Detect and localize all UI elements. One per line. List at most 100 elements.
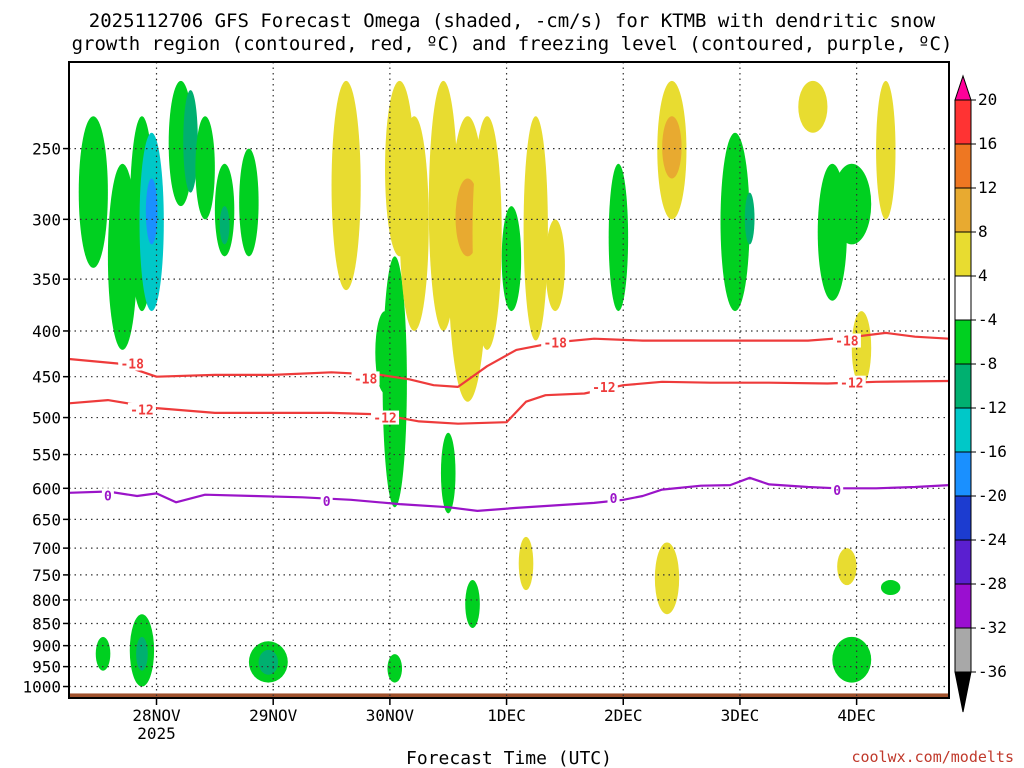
colorbar: 20 16 12 8 4 -4 -8 -12 -16 -20 -24 -28 -32 -36	[954, 74, 1007, 713]
omega-blob-26	[662, 116, 682, 179]
colorbar-label-3: 8	[978, 222, 988, 241]
omega-blob-17	[440, 432, 456, 514]
omega-blob-45	[880, 580, 901, 596]
y-tick-label-300: 300	[32, 210, 61, 229]
colorbar-label-10: -24	[978, 530, 1007, 549]
x-tick-label-0: 28NOV	[132, 706, 181, 725]
colorbar-label-1: 16	[978, 134, 997, 153]
y-tick-label-1000: 1000	[22, 678, 61, 697]
omega-blob-38	[258, 649, 279, 675]
omega-blob-33	[876, 80, 896, 220]
x-tick-label-4: 2DEC	[604, 706, 643, 725]
colorbar-label-11: -28	[978, 574, 1007, 593]
y-tick-label-950: 950	[32, 658, 61, 677]
colorbar-swatch-12	[954, 583, 972, 629]
omega-blob-31	[832, 163, 872, 245]
omega-blob-9	[219, 206, 230, 245]
colorbar-label-8: -16	[978, 442, 1007, 461]
y-axis: 250 300 350 400 450 500 550 600 650 700 750 800 850 9…	[22, 140, 69, 697]
colorbar-swatch-11	[954, 539, 972, 585]
x-tick-sublabel-0: 2025	[137, 724, 176, 743]
colorbar-swatch-3	[954, 187, 972, 233]
colorbar-swatch-5	[954, 275, 972, 321]
omega-blob-15	[399, 116, 429, 331]
colorbar-label-4: 4	[978, 266, 988, 285]
y-tick-label-750: 750	[32, 566, 61, 585]
colorbar-swatch-4	[954, 231, 972, 277]
omega-blob-4	[145, 178, 158, 245]
colorbar-swatch-6	[954, 319, 972, 365]
x-axis-label: Forecast Time (UTC)	[406, 748, 612, 768]
colorbar-swatch-7	[954, 363, 972, 409]
omega-blob-36	[136, 636, 148, 671]
contour-label-0-0: -18	[120, 358, 144, 373]
chart-title-line-1: 2025112706 GFS Forecast Omega (shaded, -…	[89, 10, 936, 32]
omega-blob-11	[331, 80, 361, 291]
contour-label-2-2: 0	[610, 492, 618, 507]
omega-blob-22	[523, 116, 548, 341]
contour-label-0-3: -18	[835, 335, 859, 350]
omega-blob-20	[472, 116, 502, 350]
colorbar-swatch-8	[954, 407, 972, 453]
omega-blob-21	[501, 206, 522, 312]
x-tick-label-1: 29NOV	[249, 706, 298, 725]
colorbar-top-arrow	[954, 74, 972, 101]
x-axis: 28NOV2025 29NOV 30NOV 1DEC 2DEC 3DEC 4DEC	[132, 698, 876, 743]
contour-label-2-3: 0	[833, 484, 841, 499]
contour-label-1-0: -12	[130, 404, 153, 419]
omega-blob-7	[195, 116, 215, 220]
chart-title-line-2: growth region (contoured, red, ºC) and f…	[72, 33, 953, 55]
omega-blob-34	[95, 636, 111, 671]
omega-blob-40	[465, 580, 480, 629]
chart-title: 2025112706 GFS Forecast Omega (shaded, -…	[72, 10, 953, 55]
x-tick-label-2: 30NOV	[366, 706, 415, 725]
colorbar-label-6: -8	[978, 354, 997, 373]
contour-label-2-1: 0	[323, 495, 331, 510]
contour-label-0-2: -18	[543, 336, 567, 351]
contour-label-0-1: -18	[354, 372, 378, 387]
contour-label-1-1: -12	[373, 412, 396, 427]
omega-blob-41	[518, 536, 534, 591]
omega-blob-42	[654, 542, 680, 615]
y-tick-label-800: 800	[32, 591, 61, 610]
colorbar-swatch-13	[954, 627, 972, 673]
y-tick-label-850: 850	[32, 614, 61, 633]
x-tick-label-3: 1DEC	[487, 706, 526, 725]
y-tick-label-900: 900	[32, 637, 61, 656]
omega-blob-10	[239, 148, 259, 257]
y-tick-label-600: 600	[32, 479, 61, 498]
omega-blob-43	[832, 636, 872, 683]
y-tick-label-350: 350	[32, 270, 61, 289]
colorbar-label-12: -32	[978, 618, 1007, 637]
colorbar-label-7: -12	[978, 398, 1007, 417]
plot-area: -18 -18 -18 -18 -12 -12 -12 -12 0 0 0 0	[68, 61, 950, 699]
colorbar-label-9: -20	[978, 486, 1007, 505]
omega-blob-28	[744, 192, 755, 245]
omega-blob-0	[78, 116, 108, 268]
y-tick-label-550: 550	[32, 446, 61, 465]
omega-blob-44	[837, 548, 857, 586]
y-tick-label-400: 400	[32, 322, 61, 341]
x-tick-label-5: 3DEC	[721, 706, 760, 725]
x-tick-label-6: 4DEC	[837, 706, 876, 725]
colorbar-bottom-arrow	[954, 671, 972, 713]
colorbar-label-0: 20	[978, 90, 997, 109]
credit-text[interactable]: coolwx.com/modelts	[851, 748, 1014, 766]
y-tick-label-500: 500	[32, 409, 61, 428]
colorbar-swatch-1	[954, 99, 972, 145]
omega-blob-29	[798, 80, 828, 133]
colorbar-swatch-10	[954, 495, 972, 541]
colorbar-swatch-2	[954, 143, 972, 189]
y-tick-label-650: 650	[32, 510, 61, 529]
colorbar-label-5: -4	[978, 310, 997, 329]
y-tick-label-700: 700	[32, 539, 61, 558]
contour-label-1-2: -12	[592, 381, 615, 396]
omega-blob-24	[608, 163, 629, 312]
chart-canvas: 2025112706 GFS Forecast Omega (shaded, -…	[22, 10, 1014, 768]
colorbar-label-2: 12	[978, 178, 997, 197]
contour-label-2-0: 0	[104, 489, 112, 504]
contour-label-1-3: -12	[840, 377, 863, 392]
colorbar-label-13: -36	[978, 662, 1007, 681]
y-tick-label-450: 450	[32, 368, 61, 387]
colorbar-swatch-9	[954, 451, 972, 497]
